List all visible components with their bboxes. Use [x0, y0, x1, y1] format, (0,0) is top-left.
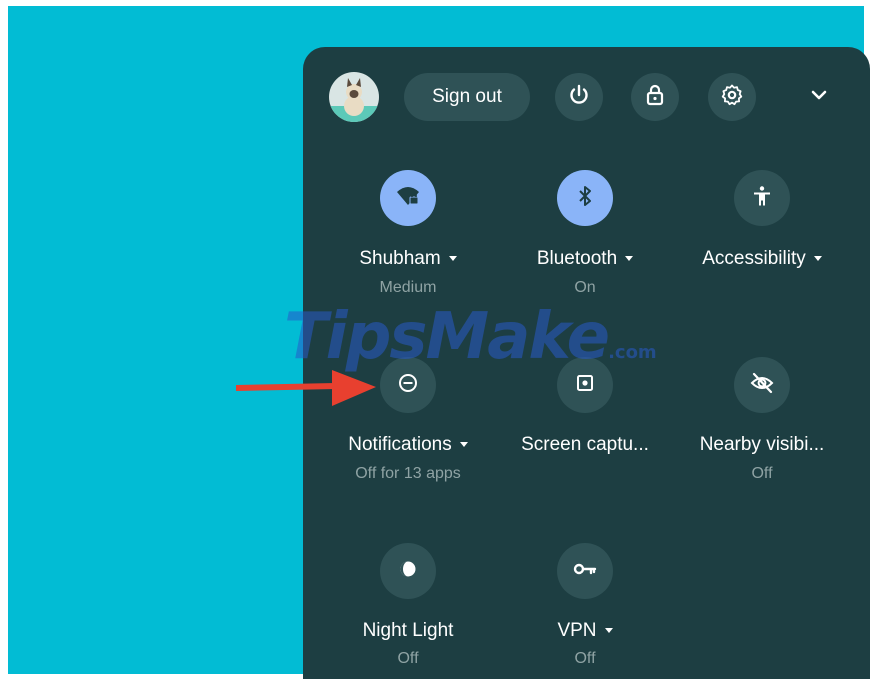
vpn-toggle[interactable] [557, 543, 613, 599]
nearby-visibility-tile-status: Off [751, 465, 773, 482]
bluetooth-tile-status: On [574, 279, 596, 296]
power-button[interactable] [555, 73, 603, 121]
power-icon [567, 83, 591, 112]
accessibility-menu-caret-icon [813, 256, 822, 262]
vpn-key-icon [572, 556, 598, 587]
user-avatar[interactable] [329, 72, 379, 122]
night-light-toggle[interactable] [380, 543, 436, 599]
notifications-tile-status: Off for 13 apps [355, 465, 461, 482]
night-light-icon [396, 557, 420, 586]
sign-out-button[interactable]: Sign out [404, 73, 530, 121]
wifi-toggle[interactable] [380, 170, 436, 226]
screen-capture-tile-label[interactable]: Screen captu... [500, 434, 670, 456]
night-light-tile-status: Off [397, 650, 419, 667]
wifi-tile-label[interactable]: Shubham [323, 248, 493, 270]
lock-button[interactable] [631, 73, 679, 121]
night-light-tile-label[interactable]: Night Light [323, 620, 493, 642]
notifications-tile-label[interactable]: Notifications [323, 434, 493, 456]
accessibility-toggle[interactable] [734, 170, 790, 226]
nearby-visibility-toggle[interactable] [734, 357, 790, 413]
settings-button[interactable] [708, 73, 756, 121]
bluetooth-icon [573, 184, 597, 213]
vpn-tile-status: Off [574, 650, 596, 667]
accessibility-icon [750, 184, 774, 213]
vpn-menu-caret-icon [604, 628, 613, 634]
sign-out-label: Sign out [432, 86, 502, 107]
chevron-down-icon [808, 84, 830, 111]
vpn-tile-label[interactable]: VPN [500, 620, 670, 642]
red-arrow-annotation [236, 370, 376, 406]
wifi-tile-status: Medium [379, 279, 437, 296]
wifi-locked-icon [394, 182, 422, 215]
bluetooth-menu-caret-icon [625, 256, 634, 262]
collapse-button[interactable] [803, 81, 835, 113]
nearby-visibility-tile-label[interactable]: Nearby visibi... [677, 434, 847, 456]
bluetooth-toggle[interactable] [557, 170, 613, 226]
notifications-menu-caret-icon [459, 442, 468, 448]
visibility-off-icon [749, 370, 775, 401]
accessibility-tile-label[interactable]: Accessibility [677, 248, 847, 270]
bluetooth-tile-label[interactable]: Bluetooth [500, 248, 670, 270]
lock-icon [643, 83, 667, 112]
wifi-menu-caret-icon [448, 256, 457, 262]
settings-gear-icon [720, 83, 744, 112]
